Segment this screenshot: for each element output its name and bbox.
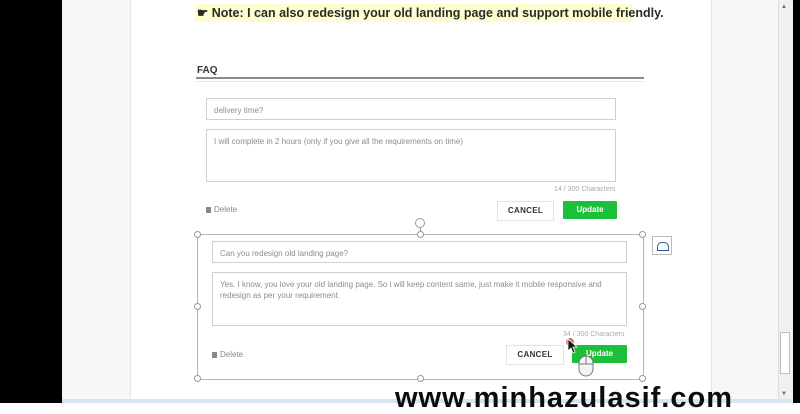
faq-answer-textarea-1[interactable]: I will complete in 2 hours (only if you …: [206, 129, 616, 182]
resize-handle-bottom[interactable]: [417, 375, 424, 382]
resize-handle-top[interactable]: [417, 231, 424, 238]
resize-handle-bottom-right[interactable]: [639, 375, 646, 382]
mouse-click-indicator-icon: [578, 355, 594, 377]
layout-options-icon[interactable]: [652, 236, 672, 255]
faq-answer-textarea-2[interactable]: Yes. I know, you love your old landing p…: [212, 272, 627, 326]
note-text: Note: I can also redesign your old landi…: [211, 6, 664, 20]
resize-handle-top-right[interactable]: [639, 231, 646, 238]
character-counter-1: 14 / 300 Characters: [554, 186, 616, 193]
scrollbar-thumb[interactable]: [780, 332, 790, 374]
character-counter-2: 34 / 300 Characters: [563, 331, 625, 338]
watermark-text: www.minhazulasif.com: [395, 382, 733, 414]
faq-divider: [196, 77, 644, 79]
trash-icon: [206, 207, 211, 213]
resize-handle-left[interactable]: [194, 303, 201, 310]
delete-label-1: Delete: [214, 205, 238, 214]
right-black-border: [792, 0, 800, 403]
mouse-cursor-icon: [566, 338, 578, 354]
left-black-border: [0, 0, 62, 403]
scroll-down-arrow-icon[interactable]: ▼: [781, 391, 787, 397]
faq-question-input-2[interactable]: Can you redesign old landing page?: [212, 241, 627, 263]
faq-divider-shadow: [196, 81, 644, 82]
note-highlight: ☛ Note: I can also redesign your old lan…: [195, 4, 664, 22]
resize-handle-bottom-left[interactable]: [194, 375, 201, 382]
faq-question-input-1[interactable]: delivery time?: [206, 98, 616, 120]
delete-label-2: Delete: [220, 350, 244, 359]
update-button-1[interactable]: Update: [563, 201, 617, 219]
delete-link-1[interactable]: Delete: [206, 205, 237, 214]
hand-pointer-icon: ☛: [197, 6, 209, 20]
resize-handle-right[interactable]: [639, 303, 646, 310]
faq-heading: FAQ: [197, 65, 218, 76]
cancel-button-1[interactable]: CANCEL: [497, 201, 554, 221]
cancel-button-2[interactable]: CANCEL: [506, 345, 564, 365]
scroll-up-arrow-icon[interactable]: ▲: [781, 4, 787, 10]
resize-handle-top-left[interactable]: [194, 231, 201, 238]
trash-icon: [212, 352, 217, 358]
delete-link-2[interactable]: Delete: [212, 350, 243, 359]
